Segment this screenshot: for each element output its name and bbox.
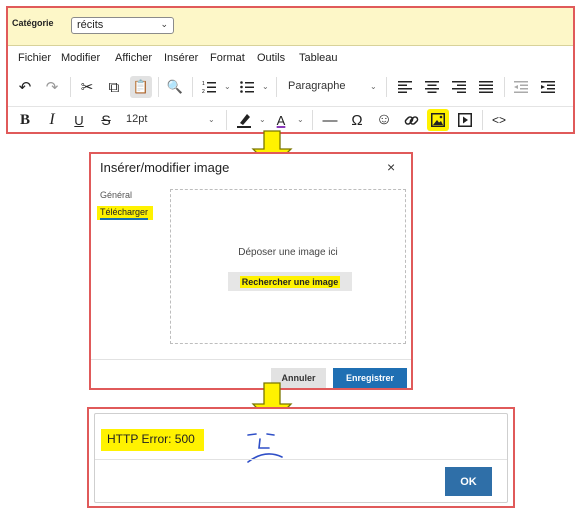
dialog-title: Insérer/modifier image xyxy=(100,160,230,175)
menu-outils[interactable]: Outils xyxy=(257,52,285,64)
category-value: récits xyxy=(77,19,104,31)
save-button[interactable]: Enregistrer xyxy=(333,368,407,388)
paste-icon[interactable]: 📋 xyxy=(130,76,152,98)
block-format-select[interactable]: Paragraphe xyxy=(288,80,346,92)
outdent-icon[interactable] xyxy=(510,76,532,98)
toolbar-divider xyxy=(158,77,159,97)
horizontal-rule-icon[interactable]: — xyxy=(319,109,341,131)
chevron-down-icon[interactable]: ⌄ xyxy=(262,82,269,91)
svg-text:1: 1 xyxy=(202,81,205,87)
insert-image-dialog: Insérer/modifier image × Général Télécha… xyxy=(89,152,413,390)
search-icon[interactable]: 🔍 xyxy=(164,76,186,98)
toolbar-divider xyxy=(312,110,313,130)
error-panel: HTTP Error: 500 OK xyxy=(87,407,515,508)
browse-image-button[interactable]: Rechercher une image xyxy=(228,272,352,291)
dialog-footer-divider xyxy=(95,459,507,460)
bold-icon[interactable]: B xyxy=(14,109,36,131)
code-icon[interactable]: <> xyxy=(488,109,510,131)
chevron-down-icon[interactable]: ⌄ xyxy=(259,115,266,124)
toolbar-row-2: B I U S 12pt ⌄ ⌄ A ⌄ — Ω ☺ <> xyxy=(8,106,573,132)
toolbar-divider xyxy=(504,77,505,97)
italic-icon[interactable]: I xyxy=(41,109,63,131)
toolbar-divider xyxy=(482,110,483,130)
menu-inserer[interactable]: Insérer xyxy=(164,52,198,64)
align-right-icon[interactable] xyxy=(448,76,470,98)
highlight-color-icon[interactable] xyxy=(233,109,255,131)
strikethrough-icon[interactable]: S xyxy=(95,109,117,131)
menu-modifier[interactable]: Modifier xyxy=(61,52,100,64)
align-left-icon[interactable] xyxy=(394,76,416,98)
ok-button[interactable]: OK xyxy=(445,467,492,496)
toolbar-divider xyxy=(386,77,387,97)
editor-panel: Catégorie récits ⌄ Fichier Modifier Affi… xyxy=(6,6,575,134)
special-char-icon[interactable]: Ω xyxy=(346,109,368,131)
dialog-footer-divider xyxy=(91,359,411,360)
toolbar-divider xyxy=(226,110,227,130)
toolbar-divider xyxy=(276,77,277,97)
cut-icon[interactable]: ✂ xyxy=(76,76,98,98)
tab-upload[interactable]: Télécharger xyxy=(100,207,149,220)
copy-icon[interactable]: ⧉ xyxy=(103,76,125,98)
image-drop-zone[interactable]: Déposer une image ici Rechercher une ima… xyxy=(170,189,406,344)
close-icon[interactable]: × xyxy=(387,159,395,175)
error-message: HTTP Error: 500 xyxy=(107,432,195,446)
image-icon[interactable] xyxy=(427,109,449,131)
menu-bar: Fichier Modifier Afficher Insérer Format… xyxy=(8,50,573,68)
category-label: Catégorie xyxy=(12,18,54,28)
chevron-down-icon[interactable]: ⌄ xyxy=(208,115,215,124)
chevron-down-icon: ⌄ xyxy=(160,19,168,29)
chevron-down-icon[interactable]: ⌄ xyxy=(297,115,304,124)
menu-afficher[interactable]: Afficher xyxy=(115,52,152,64)
menu-tableau[interactable]: Tableau xyxy=(299,52,338,64)
align-justify-icon[interactable] xyxy=(475,76,497,98)
font-size-select[interactable]: 12pt xyxy=(126,113,147,125)
svg-text:2: 2 xyxy=(202,89,205,94)
bullet-list-icon[interactable] xyxy=(236,76,258,98)
undo-icon[interactable]: ↶ xyxy=(14,76,36,98)
handwritten-annotation xyxy=(247,433,283,463)
category-bar: Catégorie récits ⌄ xyxy=(8,8,573,46)
toolbar-divider xyxy=(192,77,193,97)
chevron-down-icon[interactable]: ⌄ xyxy=(370,82,377,91)
menu-format[interactable]: Format xyxy=(210,52,245,64)
media-icon[interactable] xyxy=(454,109,476,131)
align-center-icon[interactable] xyxy=(421,76,443,98)
redo-icon[interactable]: ↷ xyxy=(41,76,63,98)
toolbar-row-1: ↶ ↷ ✂ ⧉ 📋 🔍 12 ⌄ ⌄ Paragraphe ⌄ xyxy=(8,74,573,100)
tab-general[interactable]: Général xyxy=(100,190,132,200)
link-icon[interactable] xyxy=(400,109,422,131)
numbered-list-icon[interactable]: 12 xyxy=(198,76,220,98)
chevron-down-icon[interactable]: ⌄ xyxy=(224,82,231,91)
drop-zone-label: Déposer une image ici xyxy=(238,247,338,258)
error-dialog: HTTP Error: 500 OK xyxy=(94,413,508,503)
category-select[interactable]: récits ⌄ xyxy=(71,17,174,34)
menu-fichier[interactable]: Fichier xyxy=(18,52,51,64)
indent-icon[interactable] xyxy=(537,76,559,98)
browse-image-label: Rechercher une image xyxy=(239,275,341,288)
toolbar-divider xyxy=(70,77,71,97)
text-color-icon[interactable]: A xyxy=(270,109,292,131)
underline-icon[interactable]: U xyxy=(68,109,90,131)
emoticon-icon[interactable]: ☺ xyxy=(373,109,395,131)
